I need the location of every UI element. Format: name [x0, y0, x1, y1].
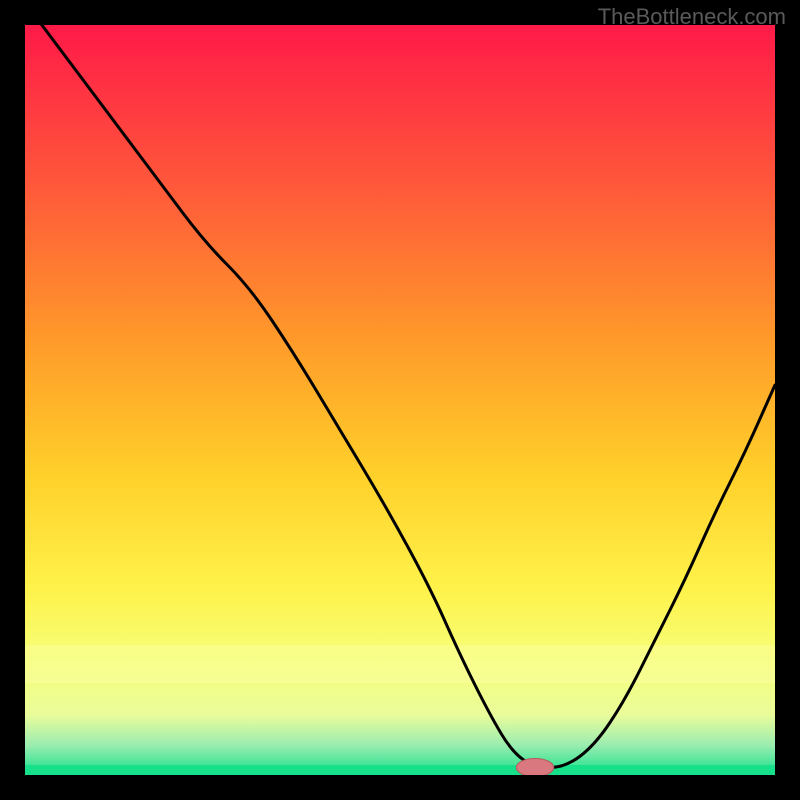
highlight-band [25, 645, 775, 683]
watermark-text: TheBottleneck.com [598, 4, 786, 30]
chart-container: TheBottleneck.com [0, 0, 800, 800]
plot-area [25, 25, 775, 775]
chart-svg [25, 25, 775, 775]
optimal-marker [516, 759, 554, 776]
green-strip [25, 765, 775, 775]
